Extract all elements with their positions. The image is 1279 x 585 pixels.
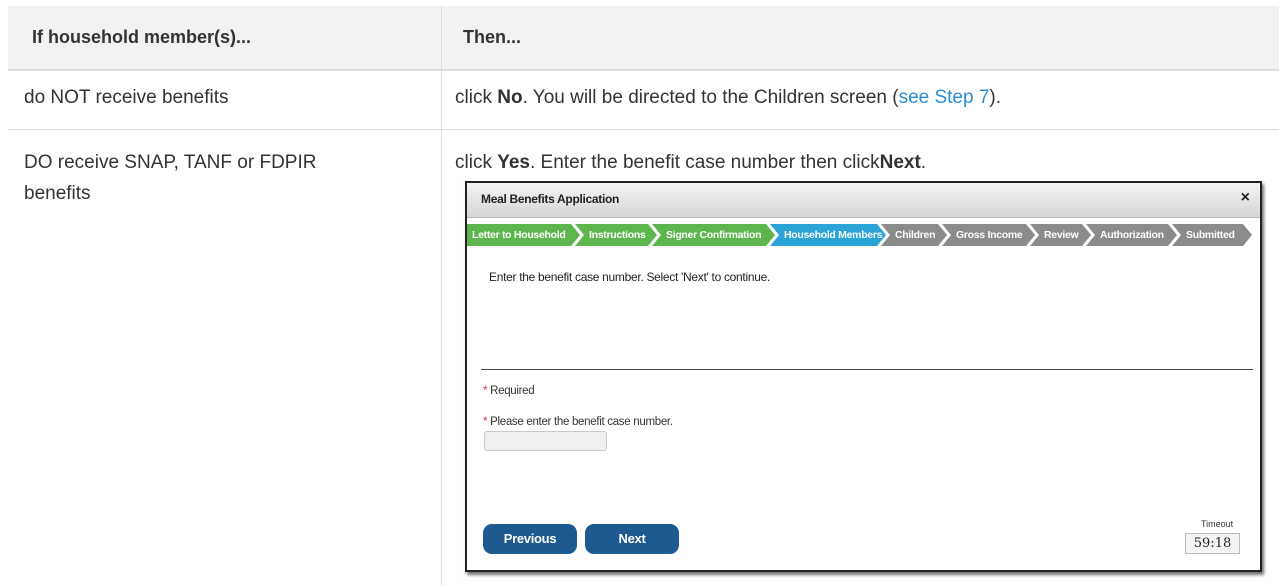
row-1-action-suffix: ). bbox=[989, 87, 1002, 108]
table-header: If household member(s)... Then... bbox=[8, 6, 1279, 71]
step-submitted[interactable]: Submitted bbox=[1172, 224, 1252, 246]
timeout-label: Timeout bbox=[1201, 519, 1234, 529]
row-2-action-middle: . Enter the benefit case number then cli… bbox=[530, 152, 880, 173]
see-step-7-link[interactable]: see Step 7 bbox=[899, 87, 990, 108]
case-number-label: * Please enter the benefit case number. bbox=[483, 416, 673, 428]
close-icon[interactable]: × bbox=[1241, 189, 1250, 207]
step-letter-to-household[interactable]: Letter to Household bbox=[467, 224, 580, 246]
progress-steps: Letter to Household Instructions Signer … bbox=[467, 224, 1260, 246]
step-review[interactable]: Review bbox=[1030, 224, 1091, 246]
column-header-action: Then... bbox=[463, 27, 521, 47]
instructions-table: If household member(s)... Then... do NOT… bbox=[0, 0, 1279, 585]
dialog-instruction: Enter the benefit case number. Select 'N… bbox=[489, 270, 770, 284]
row-2-condition-line-1: DO receive SNAP, TANF or FDPIR bbox=[24, 152, 317, 173]
step-instructions[interactable]: Instructions bbox=[575, 224, 657, 246]
required-star: * bbox=[483, 385, 488, 397]
table-row-2-action: click Yes. Enter the benefit case number… bbox=[455, 147, 1275, 178]
row-2-action-prefix: click bbox=[455, 152, 498, 173]
meal-benefits-dialog: Meal Benefits Application × Letter to Ho… bbox=[465, 181, 1262, 572]
table-row-2-condition: DO receive SNAP, TANF or FDPIR benefits bbox=[24, 147, 424, 209]
timeout-counter: 59:18 bbox=[1185, 533, 1240, 554]
previous-button[interactable]: Previous bbox=[483, 524, 577, 554]
dialog-divider bbox=[481, 369, 1253, 370]
row-2-action-bold-2: Next bbox=[879, 152, 921, 173]
row-2-condition-line-2: benefits bbox=[24, 183, 91, 204]
column-divider bbox=[441, 6, 442, 585]
step-signer-confirmation[interactable]: Signer Confirmation bbox=[652, 224, 775, 246]
case-number-label-text: Please enter the benefit case number. bbox=[490, 416, 673, 428]
row-1-action-bold: No bbox=[497, 87, 523, 108]
next-button[interactable]: Next bbox=[585, 524, 679, 554]
row-2-action-suffix: . bbox=[920, 152, 927, 173]
column-header-condition: If household member(s)... bbox=[32, 27, 252, 47]
step-household-members[interactable]: Household Members bbox=[770, 224, 886, 246]
required-note: * Required bbox=[483, 385, 535, 397]
step-authorization[interactable]: Authorization bbox=[1086, 224, 1177, 246]
row-2-action-bold: Yes bbox=[497, 152, 530, 173]
row-divider bbox=[8, 129, 1279, 130]
step-gross-income[interactable]: Gross Income bbox=[942, 224, 1035, 246]
row-1-action-middle: . You will be directed to the Children s… bbox=[522, 87, 899, 108]
dialog-title-bar: Meal Benefits Application × bbox=[467, 183, 1260, 218]
dialog-title: Meal Benefits Application bbox=[481, 192, 620, 206]
required-star: * bbox=[483, 416, 488, 428]
row-1-action-prefix: click bbox=[455, 87, 498, 108]
table-row-1-action: click No. You will be directed to the Ch… bbox=[455, 82, 1275, 113]
step-children[interactable]: Children bbox=[881, 224, 947, 246]
case-number-input[interactable] bbox=[484, 431, 607, 451]
required-label: Required bbox=[490, 385, 535, 397]
table-row-1-condition: do NOT receive benefits bbox=[24, 87, 229, 108]
